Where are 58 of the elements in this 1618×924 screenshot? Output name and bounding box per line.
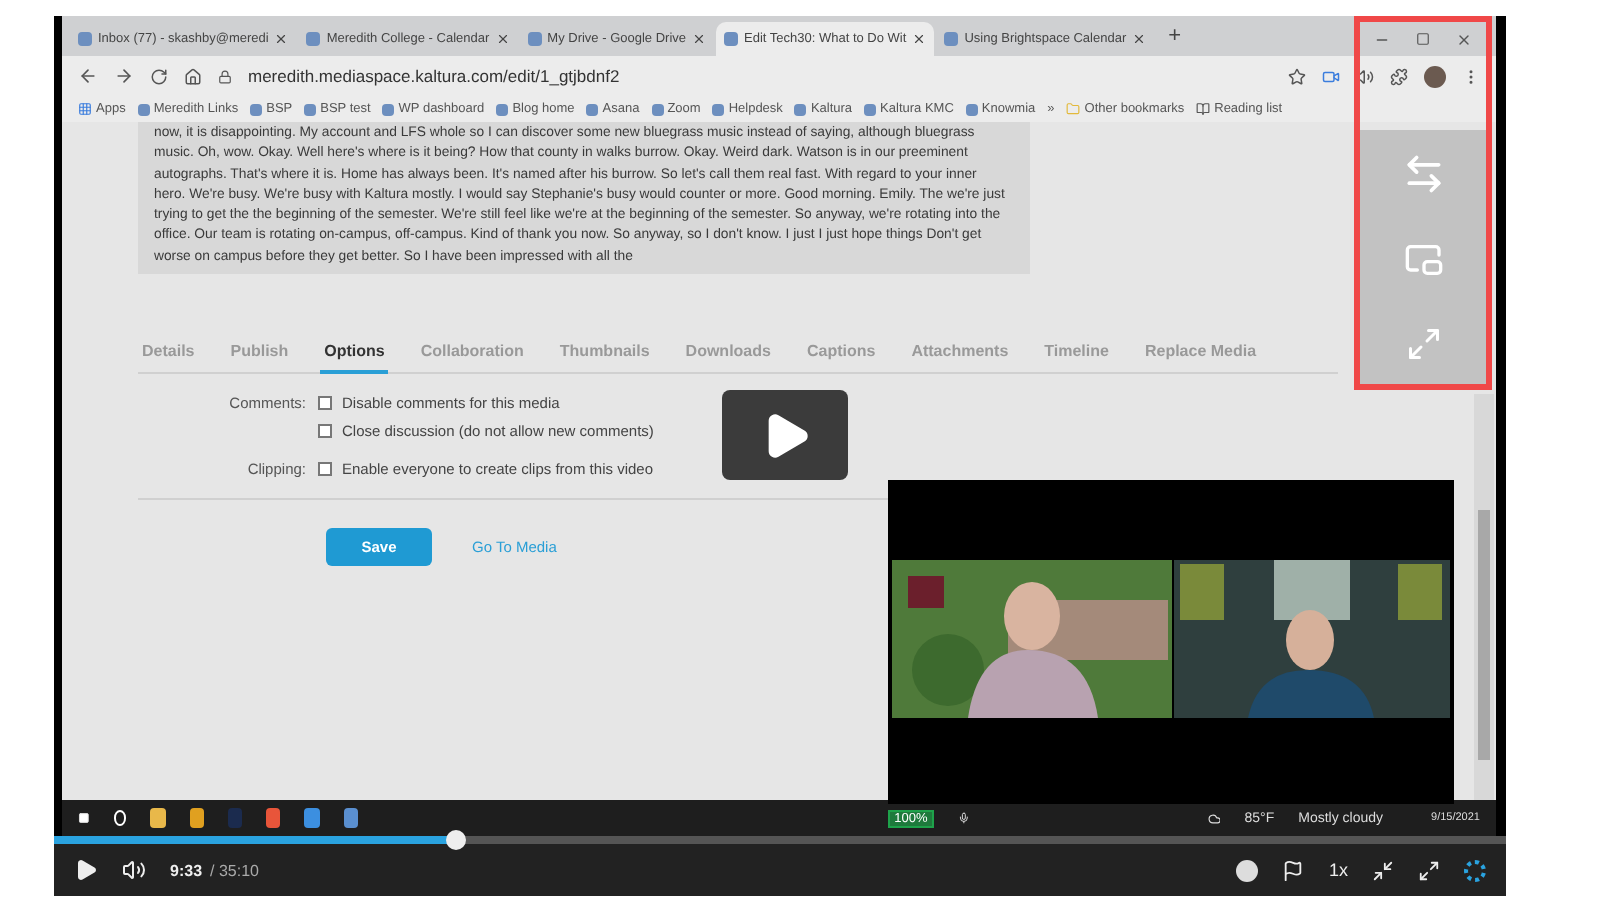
close-icon[interactable] (692, 32, 707, 46)
current-time: 9:33 (170, 861, 203, 879)
progress-thumb[interactable] (446, 830, 467, 850)
favicon-icon (382, 103, 395, 115)
weather-icon (1207, 809, 1221, 827)
flag-icon[interactable] (1282, 859, 1305, 881)
fullscreen-icon[interactable] (1418, 859, 1440, 881)
reload-icon[interactable] (150, 67, 168, 85)
logo-icon (1464, 859, 1486, 881)
url-text[interactable]: meredith.mediaspace.kaltura.com/edit/1_gtjbdnf2 (248, 66, 1272, 86)
close-icon[interactable] (1132, 32, 1147, 46)
favicon-icon (651, 103, 664, 115)
favicon-icon (250, 103, 263, 115)
star-icon[interactable] (1288, 67, 1306, 85)
app-icon[interactable] (304, 808, 320, 828)
book-icon (1196, 102, 1211, 116)
close-icon[interactable] (274, 32, 289, 46)
favicon-icon (965, 103, 978, 115)
close-icon[interactable] (495, 32, 510, 46)
speaker-icon[interactable] (1356, 67, 1374, 85)
favicon-icon (304, 103, 317, 115)
windows-icon[interactable] (78, 810, 90, 826)
forward-icon[interactable] (114, 66, 134, 86)
restore-icon[interactable] (1415, 32, 1430, 46)
back-icon[interactable] (78, 66, 98, 86)
shrink-icon[interactable] (1372, 859, 1394, 881)
close-icon[interactable] (1456, 31, 1473, 47)
avatar[interactable] (1424, 65, 1446, 87)
microphone-icon (957, 810, 970, 826)
scrollbar[interactable] (1474, 394, 1494, 800)
puzzle-icon[interactable] (1390, 67, 1408, 85)
duration-text: / 35:10 (210, 861, 261, 879)
favicon-icon (724, 32, 739, 46)
speed-button[interactable]: 1x (1328, 860, 1348, 880)
app-icon[interactable] (343, 808, 359, 828)
favicon-icon (864, 103, 877, 115)
home-icon[interactable] (184, 67, 202, 85)
new-tab-button[interactable]: + (1156, 24, 1194, 48)
play-icon[interactable] (74, 858, 98, 882)
media-tab[interactable]: Options (320, 334, 389, 375)
favicon-icon (944, 32, 959, 46)
play-button[interactable] (722, 390, 848, 480)
favicon-icon (496, 103, 509, 115)
favicon-icon (306, 32, 321, 46)
favicon-icon (794, 103, 807, 115)
favicon-icon (586, 103, 599, 115)
search-icon[interactable] (113, 810, 127, 826)
progress-track[interactable] (54, 836, 1506, 844)
grid-icon (78, 102, 92, 116)
close-icon[interactable] (912, 32, 927, 46)
app-icon[interactable] (266, 808, 281, 828)
volume-icon[interactable] (122, 858, 146, 882)
favicon-icon (527, 32, 542, 46)
favicon-icon (78, 32, 92, 46)
lock-icon (218, 69, 232, 83)
favicon-icon (137, 103, 150, 115)
camera-icon[interactable] (1322, 67, 1340, 85)
favicon-icon (712, 103, 725, 115)
